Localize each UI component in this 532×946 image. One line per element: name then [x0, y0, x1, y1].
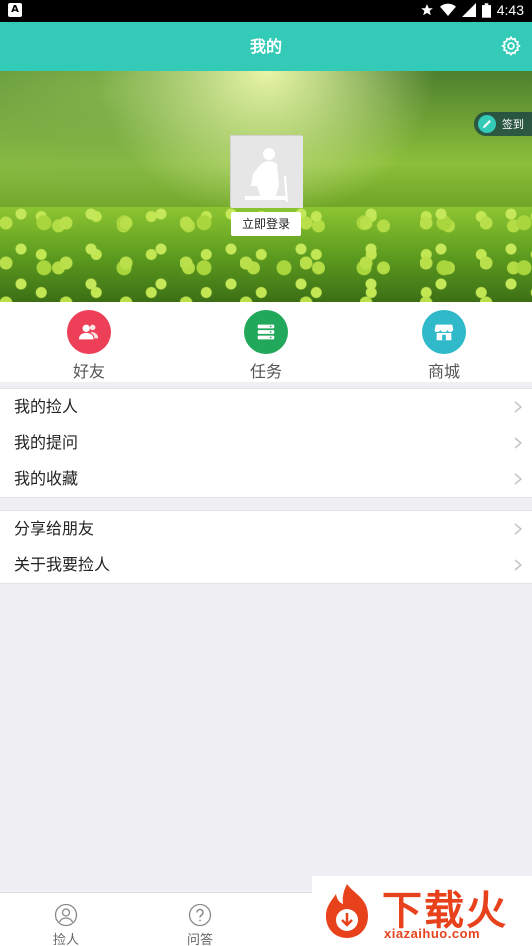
- chevron-right-icon: [514, 559, 522, 571]
- signin-label: 签到: [502, 118, 524, 131]
- quick-action-label: 商城: [427, 362, 460, 381]
- list-group-about: 分享给朋友 关于我要捡人: [0, 510, 532, 584]
- list-item-label: 我的收藏: [14, 469, 79, 488]
- watermark-url: xiazaihuo.com: [384, 926, 481, 941]
- nav-tab-label: 捡人: [52, 933, 79, 946]
- chevron-right-icon: [514, 473, 522, 485]
- wifi-icon: [439, 3, 456, 16]
- store-icon: [422, 310, 466, 354]
- watermark: 下载火 xiazaihuo.com: [312, 876, 532, 946]
- quick-actions: 好友 任务 商城: [0, 302, 532, 382]
- pen-icon: [478, 115, 496, 133]
- task-icon: [244, 310, 288, 354]
- default-avatar-icon: [231, 136, 303, 208]
- list-item-label: 分享给朋友: [14, 519, 95, 538]
- profile-banner: 签到 立即登录: [0, 71, 532, 302]
- quick-action-label: 任务: [249, 362, 282, 381]
- list-item-my-questions[interactable]: 我的提问: [0, 425, 532, 461]
- list-item-share[interactable]: 分享给朋友: [0, 511, 532, 547]
- notification-icon: A: [8, 3, 22, 17]
- quick-action-task[interactable]: 任务: [206, 310, 326, 382]
- nav-tab-pick[interactable]: 捡人: [16, 903, 116, 946]
- login-button[interactable]: 立即登录: [231, 212, 301, 236]
- chevron-right-icon: [514, 437, 522, 449]
- flame-logo-icon: [326, 884, 368, 938]
- list-item-about[interactable]: 关于我要捡人: [0, 547, 532, 583]
- question-icon: [188, 903, 212, 927]
- gear-icon[interactable]: [500, 35, 522, 57]
- avatar[interactable]: [230, 135, 303, 208]
- clock: 4:43: [496, 2, 524, 18]
- nav-tab-label: 问答: [186, 933, 213, 946]
- person-icon: [54, 903, 78, 927]
- quick-action-store[interactable]: 商城: [384, 310, 504, 382]
- list-item-label: 我的捡人: [14, 397, 79, 416]
- status-icons: 4:43: [420, 2, 524, 18]
- chevron-right-icon: [514, 523, 522, 535]
- status-bar: A 4:43: [0, 0, 532, 22]
- chevron-right-icon: [514, 401, 522, 413]
- app-header: 我的: [0, 22, 532, 71]
- signal-icon: [461, 3, 476, 17]
- list-item-label: 关于我要捡人: [14, 555, 111, 574]
- quick-action-label: 好友: [72, 362, 105, 381]
- list-item-label: 我的提问: [14, 433, 79, 452]
- page-title: 我的: [249, 37, 282, 56]
- list-item-my-picks[interactable]: 我的捡人: [0, 389, 532, 425]
- list-group-mine: 我的捡人 我的提问 我的收藏: [0, 388, 532, 498]
- star-icon: [420, 4, 433, 16]
- battery-icon: [481, 2, 491, 18]
- list-item-my-favorites[interactable]: 我的收藏: [0, 461, 532, 497]
- signin-button[interactable]: 签到: [474, 112, 532, 136]
- friends-icon: [67, 310, 111, 354]
- quick-action-friends[interactable]: 好友: [29, 310, 149, 382]
- nav-tab-qa[interactable]: 问答: [150, 903, 250, 946]
